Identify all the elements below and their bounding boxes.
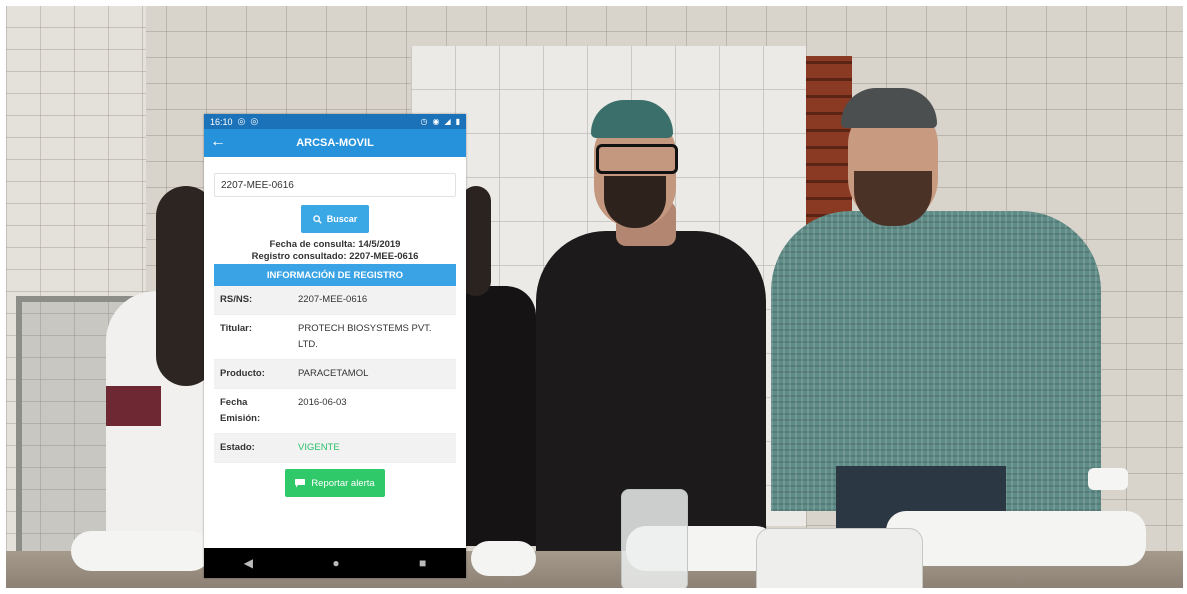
row-value: PARACETAMOL (292, 359, 456, 389)
background-photo (6, 6, 1183, 588)
query-meta: Fecha de consulta: 14/5/2019 Registro co… (214, 239, 456, 263)
back-arrow-icon[interactable]: ← (210, 133, 226, 151)
sync-icon: ◉ (432, 117, 440, 126)
nav-recents-icon[interactable]: ■ (419, 556, 426, 570)
row-label: RS/NS: (214, 286, 292, 315)
search-input[interactable]: 2207-MEE-0616 (214, 173, 456, 197)
person-1-sleeve-stripe (106, 386, 161, 426)
fecha-consulta: Fecha de consulta: 14/5/2019 (269, 239, 401, 250)
registro-consultado: Registro consultado: 2207-MEE-0616 (251, 251, 419, 262)
main-content: 2207-MEE-0616 Buscar Fecha de consulta: … (204, 173, 466, 497)
row-value: PROTECH BIOSYSTEMS PVT. LTD. (292, 314, 456, 360)
person-4-cap (841, 88, 937, 128)
app-title: ARCSA-MOVIL (296, 137, 374, 149)
android-nav-bar: ◀ ● ■ (204, 548, 466, 578)
table-row: Fecha Emisión: 2016-06-03 (214, 388, 456, 434)
battery-icon: ▮ (455, 117, 460, 126)
status-time: 16:10 (210, 116, 233, 127)
buscar-button[interactable]: Buscar (300, 205, 370, 233)
signal-icon: ◢ (444, 117, 451, 126)
message-icon (295, 478, 306, 487)
table-row: Producto: PARACETAMOL (214, 359, 456, 389)
white-coat (471, 541, 536, 576)
person-2-top (461, 286, 536, 546)
info-table: RS/NS: 2207-MEE-0616 Titular: PROTECH BI… (214, 286, 456, 463)
buscar-button-label: Buscar (326, 214, 358, 224)
search-icon (312, 214, 322, 224)
table-row: Titular: PROTECH BIOSYSTEMS PVT. LTD. (214, 314, 456, 360)
status-badge: VIGENTE (292, 433, 456, 463)
instagram-icon: ◎ (237, 116, 246, 126)
reportar-alerta-button[interactable]: Reportar alerta (285, 469, 385, 497)
nav-home-icon[interactable]: ● (332, 556, 339, 570)
app-bar: ← ARCSA-MOVIL (204, 129, 466, 157)
phone-screen: 16:10 ◎ ◎ ◷ ◉ ◢ ▮ ← ARCSA-MOVIL 2207-MEE… (204, 114, 466, 578)
instagram-icon: ◎ (250, 116, 259, 126)
row-label: Estado: (214, 433, 292, 463)
status-bar: 16:10 ◎ ◎ ◷ ◉ ◢ ▮ (204, 114, 466, 129)
alarm-icon: ◷ (420, 117, 428, 126)
white-coat (886, 511, 1146, 566)
nav-back-icon[interactable]: ◀ (244, 556, 253, 570)
person-3-glasses (596, 144, 678, 174)
table-row: Estado: VIGENTE (214, 433, 456, 463)
white-coat (71, 531, 211, 571)
exposed-bricks (806, 56, 852, 231)
row-value: 2207-MEE-0616 (292, 286, 456, 315)
row-label: Producto: (214, 359, 292, 389)
desk-telephone (756, 528, 923, 588)
row-label: Titular: (214, 314, 292, 360)
info-header: INFORMACIÓN DE REGISTRO (214, 264, 456, 286)
wristwatch (1088, 468, 1128, 490)
row-label: Fecha Emisión: (214, 388, 292, 434)
row-value: 2016-06-03 (292, 388, 456, 434)
glass-jar (621, 489, 688, 588)
reportar-alerta-label: Reportar alerta (311, 477, 375, 489)
table-row: RS/NS: 2207-MEE-0616 (214, 286, 456, 315)
